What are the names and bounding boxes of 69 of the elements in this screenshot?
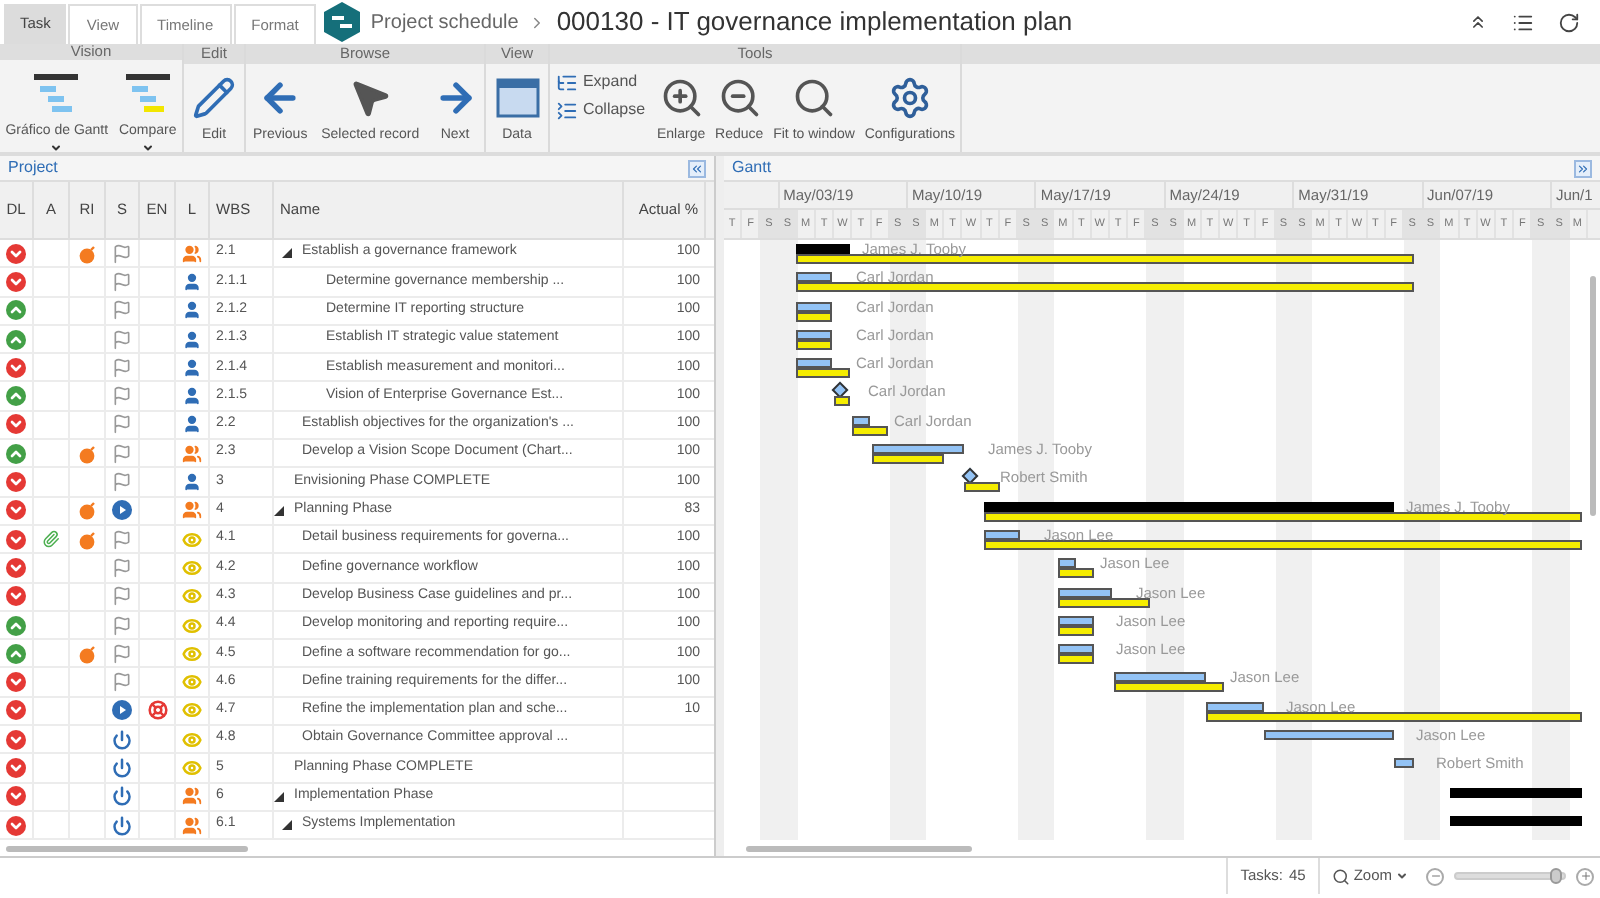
task-bar [1394,758,1414,769]
minus-icon [1429,870,1441,882]
page-title: 000130 - IT governance implementation plan [556,4,1073,41]
zoom-in-button[interactable] [1576,867,1594,885]
expanded-triangle-icon[interactable] [274,791,284,802]
double-chevron-right-icon [1576,161,1590,175]
breadcrumb-link[interactable]: Project schedule [370,7,519,37]
chevrons-up-icon[interactable] [1468,12,1488,32]
task-bar [1114,672,1206,683]
zoom-in-icon [659,76,704,120]
task-bar [852,415,870,426]
search-icon [1331,867,1350,885]
task-bar [796,301,832,312]
baseline-bar [796,311,832,322]
expanded-triangle-icon[interactable] [274,505,284,516]
zoom-slider[interactable] [1454,872,1566,880]
task-bar [1058,615,1094,626]
cursor-icon [348,76,393,120]
baseline-bar [796,339,832,350]
summary-bar [796,244,850,254]
task-bar [1058,587,1112,598]
baseline-bar [1058,625,1094,636]
task-bar [1058,644,1094,655]
baseline-bar [1114,682,1224,693]
pencil-icon [192,76,236,120]
tool-button[interactable]: Expand [552,70,650,94]
baseline-bar [834,396,850,407]
expanded-triangle-icon[interactable] [282,248,292,259]
settings-icon [887,76,932,120]
panel-title: Gantt [732,156,772,180]
baseline-bar [1058,568,1094,579]
scrollbar[interactable] [746,845,972,851]
task-bar [984,529,1020,540]
tool-button[interactable]: Collapse [552,98,650,122]
summary-bar [1450,815,1582,826]
task-bar [796,358,832,369]
expanded-triangle-icon[interactable] [282,820,292,831]
expand-panel-button[interactable] [1574,159,1592,177]
zoom-out-button[interactable] [1426,867,1444,885]
list-icon[interactable] [1512,11,1534,33]
slider-thumb[interactable] [1550,868,1563,884]
expand-list-icon [556,71,579,93]
gantt-chart-icon [32,71,81,115]
scrollbar[interactable] [6,845,248,851]
window-icon [495,78,539,118]
summary-bar [1450,787,1582,798]
collapse-list-icon [556,99,579,121]
task-bar [796,272,832,283]
collapse-panel-button[interactable] [688,159,706,177]
refresh-icon[interactable] [1558,11,1580,33]
caret-icon [1396,870,1408,882]
baseline-bar [964,482,1000,493]
compare-chart-icon [123,71,172,115]
magnifier-icon [792,76,837,120]
zoom-out-icon [717,76,762,120]
baseline-bar [852,425,888,436]
task-bar [872,444,964,455]
task-bar [1058,558,1076,569]
baseline-bar [872,454,944,465]
task-bar [796,329,832,340]
baseline-bar [1058,654,1094,665]
baseline-bar [1058,597,1150,608]
task-bar [1264,730,1394,741]
baseline-bar [796,368,850,379]
plus-icon [1579,870,1591,882]
task-bar [1206,701,1264,712]
panel-title: Project [8,156,58,180]
double-chevron-left-icon [690,161,704,175]
scrollbar[interactable] [1590,276,1596,516]
